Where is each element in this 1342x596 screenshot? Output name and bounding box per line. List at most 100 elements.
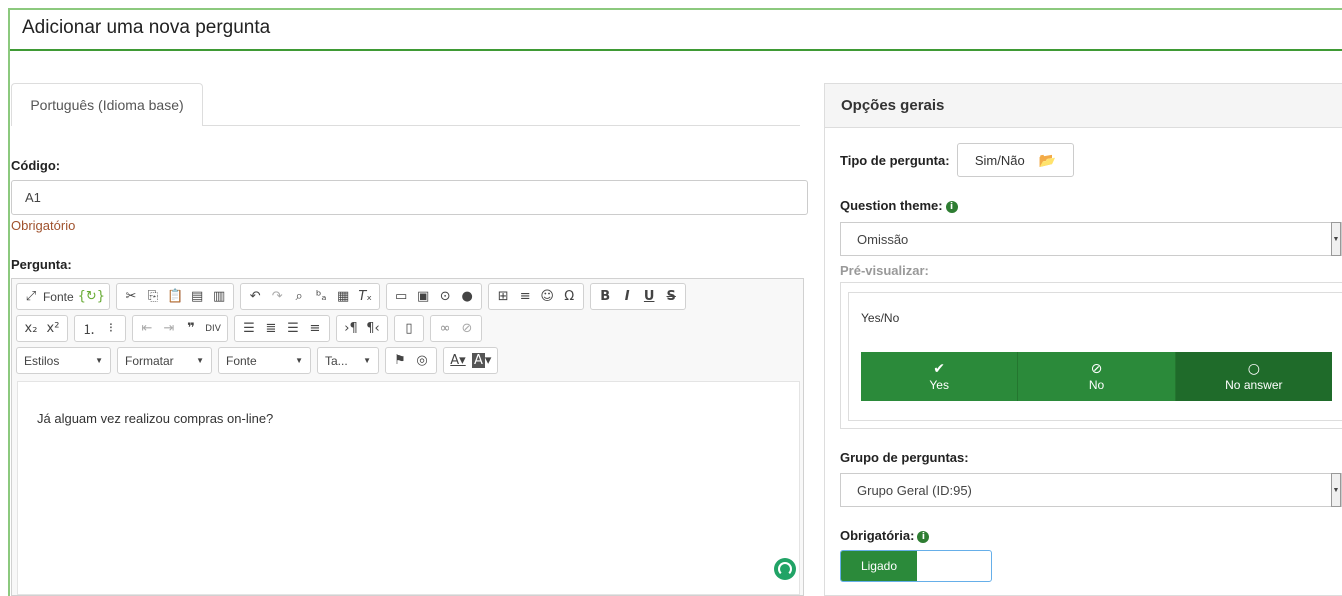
- image-icon[interactable]: ▭: [391, 286, 411, 308]
- question-theme-select[interactable]: Omissão ▼: [840, 222, 1342, 256]
- smiley-icon[interactable]: ☺: [537, 286, 557, 308]
- numbered-list-icon[interactable]: ⒈: [79, 318, 99, 340]
- checkmark-icon: ✔: [933, 360, 946, 377]
- indent-icon[interactable]: ⇥: [159, 318, 179, 340]
- table-icon[interactable]: ⊞: [493, 286, 513, 308]
- toolbar-group-script: x₂ x²: [16, 315, 68, 342]
- chevron-down-icon: ▼: [95, 356, 103, 365]
- panel-title: Opções gerais: [825, 84, 1342, 128]
- chevron-down-icon: ▼: [363, 356, 371, 365]
- outdent-icon[interactable]: ⇤: [137, 318, 157, 340]
- preview-box: Yes/No ✔ Yes ⊘ No ○ No answer: [840, 282, 1342, 429]
- info-icon[interactable]: i: [917, 530, 930, 543]
- question-group-select[interactable]: Grupo Geral (ID:95) ▼: [840, 473, 1342, 507]
- italic-icon[interactable]: I: [617, 286, 637, 308]
- tab-base-language[interactable]: Português (Idioma base): [11, 83, 203, 126]
- toolbar-group-lists: ⒈ ⁝: [74, 315, 126, 342]
- hr-icon[interactable]: ≡: [515, 286, 535, 308]
- source-button[interactable]: Fonte {↻}: [43, 286, 105, 308]
- toolbar-group-extras: ⚑ ◎: [385, 347, 437, 374]
- maximize-icon[interactable]: ⤢: [21, 286, 41, 308]
- mandatory-toggle[interactable]: Ligado: [840, 550, 992, 582]
- strike-icon[interactable]: S: [661, 286, 681, 308]
- toolbar-group-align: ☰ ≣ ☰ ≡: [234, 315, 330, 342]
- answer-yes-option[interactable]: ✔ Yes: [861, 352, 1019, 401]
- copy-icon[interactable]: ⎘: [143, 286, 163, 308]
- subscript-icon[interactable]: x₂: [21, 318, 41, 340]
- size-dropdown[interactable]: Ta... ▼: [317, 347, 379, 374]
- tab-divider: [203, 125, 800, 126]
- question-type-button[interactable]: Sim/Não 📂: [957, 143, 1074, 177]
- chevron-down-icon: ▼: [295, 356, 303, 365]
- question-group-label: Grupo de perguntas:: [840, 450, 969, 465]
- code-label: Código:: [11, 158, 61, 173]
- toolbar-group-insert: ▭ ▣ ⊙ ●: [386, 283, 483, 310]
- toolbar-group-clipboard: ✂ ⎘ 📋 ▤ ▥: [116, 283, 235, 310]
- editor-content-area[interactable]: Já alguam vez realizou compras on-line?: [17, 381, 800, 595]
- styles-label: Estilos: [24, 353, 60, 368]
- underline-icon[interactable]: U: [639, 286, 659, 308]
- flash-icon[interactable]: ●: [457, 286, 477, 308]
- toolbar-group-colors: A▾ A ▾: [443, 347, 499, 374]
- play-icon[interactable]: ⊙: [435, 286, 455, 308]
- format-dropdown[interactable]: Formatar ▼: [117, 347, 212, 374]
- link-icon[interactable]: ∞: [435, 318, 455, 340]
- toggle-on-state: Ligado: [841, 551, 917, 581]
- find-icon[interactable]: ⌕: [289, 286, 309, 308]
- toolbar-group-template: ▯: [394, 315, 424, 342]
- toolbar-group-objects: ⊞ ≡ ☺ Ω: [488, 283, 585, 310]
- toolbar-group-links: ∞ ⊘: [430, 315, 482, 342]
- size-label: Ta...: [325, 353, 348, 368]
- replace-icon[interactable]: ᵇₐ: [311, 286, 331, 308]
- video-icon[interactable]: ▣: [413, 286, 433, 308]
- anchor-flag-icon[interactable]: ⚑: [390, 350, 410, 372]
- template-icon[interactable]: ▯: [399, 318, 419, 340]
- source-icon: {↻}: [77, 289, 106, 304]
- rtl-icon[interactable]: ¶‹: [363, 318, 383, 340]
- bold-icon[interactable]: B: [595, 286, 615, 308]
- language-globe-icon[interactable]: ◎: [412, 350, 432, 372]
- ban-icon: ⊘: [1090, 360, 1103, 377]
- redo-icon[interactable]: ↷: [267, 286, 287, 308]
- font-dropdown[interactable]: Fonte ▼: [218, 347, 311, 374]
- align-left-icon[interactable]: ☰: [239, 318, 259, 340]
- superscript-icon[interactable]: x²: [43, 318, 63, 340]
- question-theme-label: Question theme: i: [840, 198, 958, 213]
- toolbar-group-blocks: ⇤ ⇥ ❞ DIV: [132, 315, 228, 342]
- special-char-icon[interactable]: Ω: [559, 286, 579, 308]
- preview-question-text: Yes/No: [861, 311, 900, 325]
- question-type-value: Sim/Não: [974, 152, 1025, 168]
- info-icon[interactable]: i: [945, 200, 958, 213]
- answer-no-answer-option[interactable]: ○ No answer: [1175, 352, 1332, 401]
- unlink-icon[interactable]: ⊘: [457, 318, 477, 340]
- question-text: Já alguam vez realizou compras on-line?: [37, 411, 274, 426]
- paste-icon[interactable]: 📋: [165, 286, 185, 308]
- bg-color-icon[interactable]: A ▾: [470, 350, 493, 372]
- justify-icon[interactable]: ≡: [305, 318, 325, 340]
- text-color-icon[interactable]: A▾: [448, 350, 468, 372]
- code-input[interactable]: A1: [11, 180, 808, 215]
- blockquote-icon[interactable]: ❞: [181, 318, 201, 340]
- toolbar-group-editing: ↶ ↷ ⌕ ᵇₐ ▦ Tₓ: [240, 283, 381, 310]
- bulleted-list-icon[interactable]: ⁝: [101, 318, 121, 340]
- required-hint: Obrigatório: [11, 218, 76, 233]
- cut-icon[interactable]: ✂: [121, 286, 141, 308]
- ltr-icon[interactable]: ›¶: [341, 318, 361, 340]
- circle-icon: ○: [1247, 360, 1260, 377]
- answer-no-option[interactable]: ⊘ No: [1018, 352, 1176, 401]
- toolbar-group-direction: ›¶ ¶‹: [336, 315, 388, 342]
- undo-icon[interactable]: ↶: [245, 286, 265, 308]
- chevron-down-icon: ▼: [1331, 222, 1341, 256]
- align-center-icon[interactable]: ≣: [261, 318, 281, 340]
- select-all-icon[interactable]: ▦: [333, 286, 353, 308]
- answer-no-answer-label: No answer: [1225, 377, 1283, 392]
- div-icon[interactable]: DIV: [203, 318, 223, 340]
- align-right-icon[interactable]: ☰: [283, 318, 303, 340]
- paste-word-icon[interactable]: ▥: [209, 286, 229, 308]
- toolbar-group-basicstyles: B I U S: [590, 283, 687, 310]
- remove-format-icon[interactable]: Tₓ: [355, 286, 375, 308]
- page-title: Adicionar uma nova pergunta: [22, 17, 271, 38]
- answer-no-label: No: [1088, 377, 1105, 392]
- styles-dropdown[interactable]: Estilos ▼: [16, 347, 111, 374]
- paste-text-icon[interactable]: ▤: [187, 286, 207, 308]
